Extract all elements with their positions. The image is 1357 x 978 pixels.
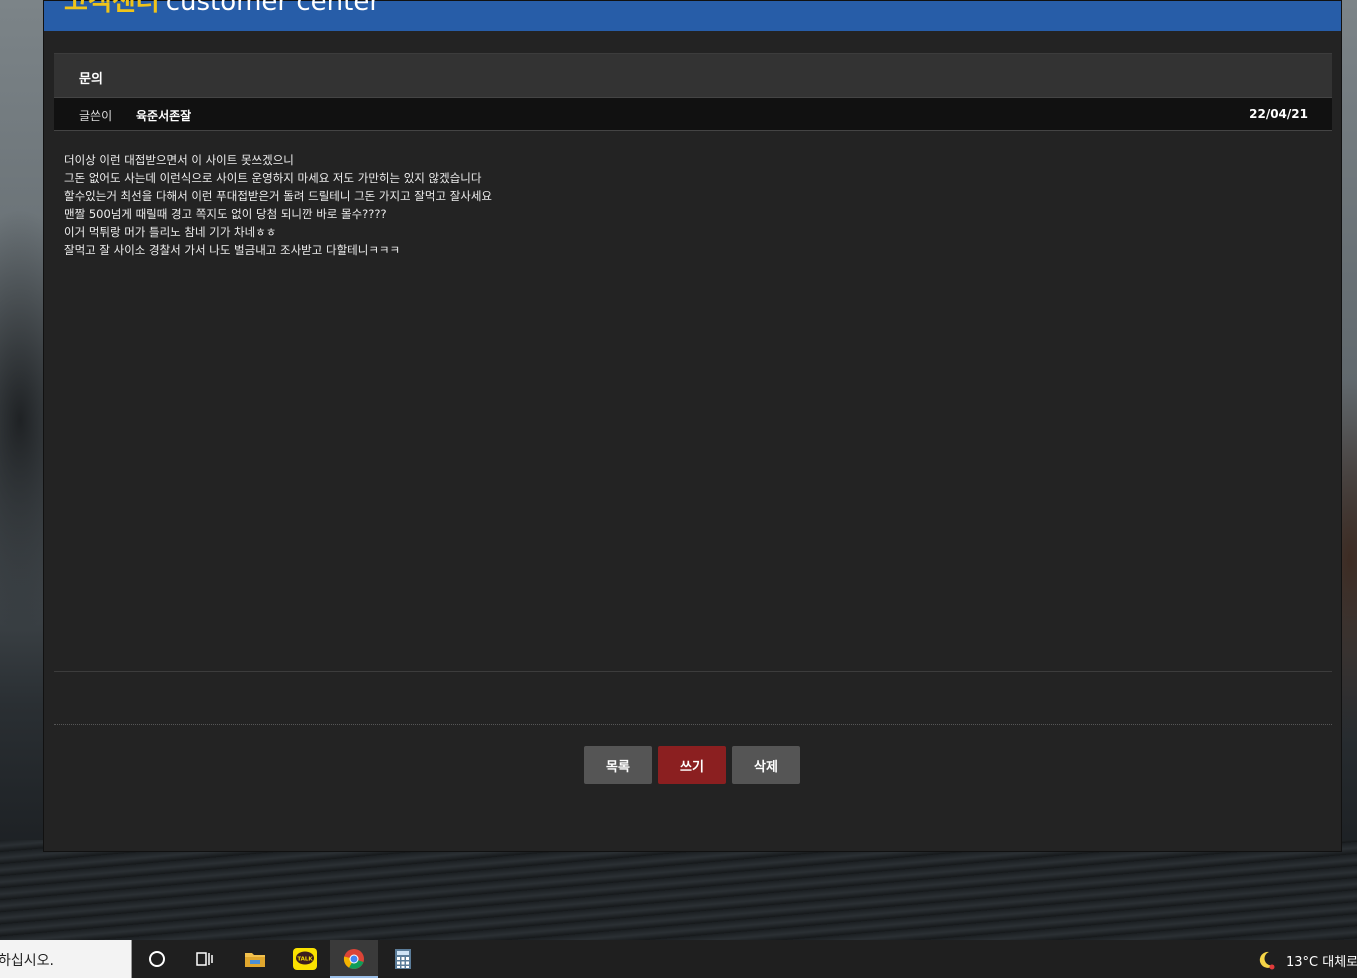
windows-taskbar: 하십시오. TALK 13°C 대체로	[0, 940, 1357, 978]
brand-english: customer center	[165, 0, 381, 17]
post-title-row: 문의	[54, 53, 1332, 98]
cortana-icon[interactable]	[133, 940, 181, 978]
write-button[interactable]: 쓰기	[658, 746, 726, 784]
post-body-line: 맨짤 500넘게 때릴때 경고 쪽지도 없이 당첨 되니깐 바로 몰수????	[64, 207, 387, 221]
post-author: 육준서존잘	[136, 109, 192, 123]
browser-page: 고객센터 customer center 문의 글쓴이 육준서존잘 22/04/2…	[43, 0, 1342, 852]
site-brand[interactable]: 고객센터 customer center	[64, 0, 380, 17]
desktop-wallpaper-sea	[0, 840, 1357, 940]
file-explorer-icon[interactable]	[231, 940, 279, 978]
post-title: 문의	[79, 72, 103, 87]
delete-button[interactable]: 삭제	[732, 746, 800, 784]
post-body-line: 그돈 없어도 사는데 이런식으로 사이트 운영하지 마세요 저도 가만히는 있지…	[64, 171, 482, 185]
dotted-divider	[54, 724, 1332, 725]
post-meta-row: 글쓴이 육준서존잘 22/04/21	[54, 98, 1332, 131]
search-placeholder: 하십시오.	[0, 953, 54, 969]
post-panel: 문의 글쓴이 육준서존잘 22/04/21 더이상 이런 대접받으면서 이 사이…	[54, 53, 1332, 725]
weather-text[interactable]: 13°C 대체로	[1286, 951, 1357, 970]
task-view-icon[interactable]	[181, 940, 229, 978]
post-body-line: 더이상 이런 대접받으면서 이 사이트 못쓰겠으니	[64, 153, 294, 167]
list-button[interactable]: 목록	[584, 746, 652, 784]
brand-korean: 고객센터	[64, 0, 160, 17]
kakaotalk-icon[interactable]: TALK	[281, 940, 329, 978]
post-body-line: 이거 먹튀랑 머가 틀리노 참네 기가 차네ㅎㅎ	[64, 225, 277, 239]
taskbar-search-box[interactable]: 하십시오.	[0, 940, 132, 978]
post-body-line: 할수있는거 최선을 다해서 이런 푸대접받은거 돌려 드릴테니 그돈 가지고 잘…	[64, 189, 493, 203]
weather-moon-icon[interactable]	[1255, 949, 1277, 971]
post-date: 22/04/21	[1249, 107, 1308, 121]
calculator-icon[interactable]	[379, 940, 427, 978]
post-body-line: 잘먹고 잘 사이소 경찰서 가서 나도 벌금내고 조사받고 다할테니ㅋㅋㅋ	[64, 243, 401, 257]
kakaotalk-label: TALK	[297, 957, 313, 963]
chrome-icon[interactable]	[330, 940, 378, 978]
action-buttons: 목록 쓰기 삭제	[584, 746, 800, 784]
post-body: 더이상 이런 대접받으면서 이 사이트 못쓰겠으니 그돈 없어도 사는데 이런식…	[64, 151, 1314, 259]
author-label: 글쓴이	[79, 109, 113, 123]
header-bar: 고객센터 customer center	[44, 0, 1341, 31]
content-divider	[54, 671, 1332, 672]
